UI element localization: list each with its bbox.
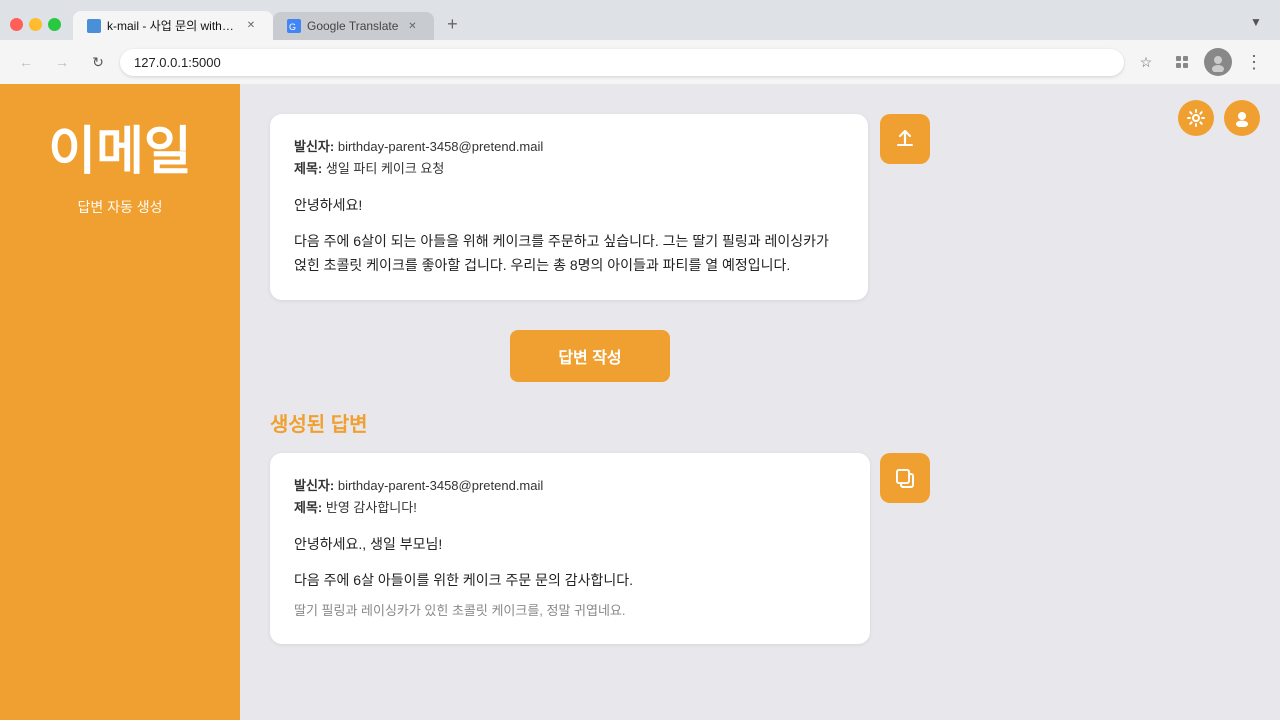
copy-button-container	[880, 453, 930, 503]
nav-forward-button[interactable]: →	[48, 48, 76, 76]
user-account-icon[interactable]	[1224, 100, 1260, 136]
sidebar-title: 이메일	[48, 124, 192, 181]
main-content: 발신자: birthday-parent-3458@pretend.mail 제…	[240, 84, 1280, 720]
upload-button-container	[880, 114, 930, 164]
incoming-email-card: 발신자: birthday-parent-3458@pretend.mail 제…	[270, 114, 868, 300]
address-input[interactable]	[120, 49, 1124, 76]
generated-email-card: 발신자: birthday-parent-3458@pretend.mail 제…	[270, 453, 870, 645]
upload-button[interactable]	[880, 114, 930, 164]
address-icons: ☆ ⋮	[1132, 48, 1268, 76]
greeting-text: 안녕하세요!	[294, 194, 844, 218]
window-controls	[10, 18, 61, 31]
user-avatar[interactable]	[1204, 48, 1232, 76]
address-bar-row: ← → ↻ ☆ ⋮	[0, 40, 1280, 84]
sidebar-subtitle: 답변 자동 생성	[77, 197, 162, 217]
tab-mail[interactable]: k-mail - 사업 문의 with Google... ✕	[73, 11, 273, 40]
settings-icon-button[interactable]	[1178, 100, 1214, 136]
gen-greeting: 안녕하세요., 생일 부모님!	[294, 533, 846, 557]
tabs-bar: k-mail - 사업 문의 with Google... ✕ G Google…	[73, 8, 1270, 40]
generated-email-body: 안녕하세요., 생일 부모님! 다음 주에 6살 아들이를 위한 케이크 주문 …	[294, 533, 846, 623]
copy-button[interactable]	[880, 453, 930, 503]
generated-email-meta: 발신자: birthday-parent-3458@pretend.mail 제…	[294, 475, 846, 519]
sidebar: 이메일 답변 자동 생성	[0, 84, 240, 720]
incoming-email-meta: 발신자: birthday-parent-3458@pretend.mail 제…	[294, 136, 844, 180]
browser-chrome: k-mail - 사업 문의 with Google... ✕ G Google…	[0, 0, 1280, 84]
maximize-button[interactable]	[48, 18, 61, 31]
incoming-email-section: 발신자: birthday-parent-3458@pretend.mail 제…	[270, 114, 930, 320]
star-icon[interactable]: ☆	[1132, 48, 1160, 76]
gen-from-label: 발신자:	[294, 478, 338, 493]
title-bar: k-mail - 사업 문의 with Google... ✕ G Google…	[0, 0, 1280, 40]
tab-translate-close[interactable]: ✕	[404, 18, 420, 34]
nav-refresh-button[interactable]: ↻	[84, 48, 112, 76]
tab-translate-label: Google Translate	[307, 19, 398, 33]
subject-value: 생일 파티 케이크 요청	[326, 161, 444, 176]
from-label: 발신자:	[294, 139, 338, 154]
from-value: birthday-parent-3458@pretend.mail	[338, 139, 543, 154]
tab-mail-favicon	[87, 19, 101, 33]
menu-icon[interactable]: ⋮	[1240, 48, 1268, 76]
tab-mail-close[interactable]: ✕	[243, 18, 259, 34]
nav-back-button[interactable]: ←	[12, 48, 40, 76]
gen-subject-label: 제목:	[294, 500, 326, 515]
gen-body-line1: 다음 주에 6살 아들이를 위한 케이크 주문 문의 감사합니다.	[294, 569, 846, 593]
top-right-icons	[1178, 100, 1260, 136]
tab-translate-favicon: G	[287, 19, 301, 33]
body-text: 다음 주에 6살이 되는 아들을 위해 케이크를 주문하고 싶습니다. 그는 딸…	[294, 230, 844, 278]
generated-heading: 생성된 답변	[270, 408, 1260, 437]
reply-compose-button[interactable]: 답변 작성	[510, 330, 669, 382]
generated-section: 생성된 답변 발신자: birthday-parent-3458@pretend…	[270, 408, 1260, 665]
gen-body-line2: 딸기 필링과 레이싱카가 있힌 초콜릿 케이크를, 정말 귀엽네요.	[294, 600, 846, 622]
gen-from-value: birthday-parent-3458@pretend.mail	[338, 478, 543, 493]
generated-email-row: 발신자: birthday-parent-3458@pretend.mail 제…	[270, 453, 930, 665]
tab-translate[interactable]: G Google Translate ✕	[273, 12, 434, 40]
reply-button-row: 답변 작성	[270, 330, 910, 382]
minimize-button[interactable]	[29, 18, 42, 31]
tabs-dropdown-button[interactable]: ▼	[1242, 8, 1270, 36]
close-button[interactable]	[10, 18, 23, 31]
svg-text:G: G	[289, 22, 296, 32]
incoming-email-body: 안녕하세요! 다음 주에 6살이 되는 아들을 위해 케이크를 주문하고 싶습니…	[294, 194, 844, 277]
gen-subject-value: 반영 감사합니다!	[326, 500, 417, 515]
extensions-icon[interactable]	[1168, 48, 1196, 76]
tab-mail-label: k-mail - 사업 문의 with Google...	[107, 17, 237, 34]
new-tab-button[interactable]: +	[438, 10, 466, 38]
app-container: 이메일 답변 자동 생성 발신자: birthday	[0, 84, 1280, 720]
subject-label: 제목:	[294, 161, 326, 176]
